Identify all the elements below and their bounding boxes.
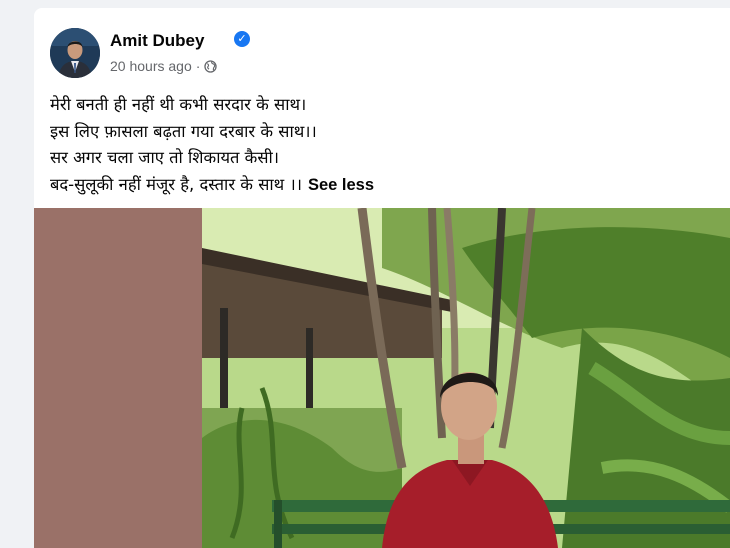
- post-text-line: सर अगर चला जाए तो शिकायत कैसी।: [50, 148, 280, 167]
- meta-separator: ·: [195, 58, 201, 74]
- author-name[interactable]: Amit Dubey: [110, 31, 204, 51]
- see-less-link[interactable]: See less: [308, 176, 374, 194]
- globe-icon[interactable]: [204, 59, 218, 73]
- post-card: Amit Dubey ✓ 20 hours ago · मेरी बनती ही…: [34, 8, 730, 548]
- post-photo[interactable]: [202, 208, 730, 548]
- post-text: मेरी बनती ही नहीं थी कभी सरदार के साथ। इ…: [50, 92, 710, 198]
- verified-check-icon: ✓: [234, 31, 250, 47]
- post-text-line: मेरी बनती ही नहीं थी कभी सरदार के साथ।: [50, 95, 307, 114]
- avatar-photo: [50, 28, 100, 78]
- post-text-line-last: बद-सुलूकी नहीं मंजूर है, दस्तार के साथ ।…: [50, 172, 710, 199]
- post-timestamp[interactable]: 20 hours ago: [110, 58, 192, 74]
- post-text-line: इस लिए फ़ासला बढ़ता गया दरबार के साथ।।: [50, 121, 317, 141]
- post-meta: 20 hours ago ·: [110, 58, 218, 74]
- author-avatar[interactable]: [50, 28, 100, 78]
- post-text-line: बद-सुलूकी नहीं मंजूर है, दस्तार के साथ ।…: [50, 174, 302, 194]
- post-media[interactable]: [34, 208, 730, 548]
- media-side-panel: [34, 208, 202, 548]
